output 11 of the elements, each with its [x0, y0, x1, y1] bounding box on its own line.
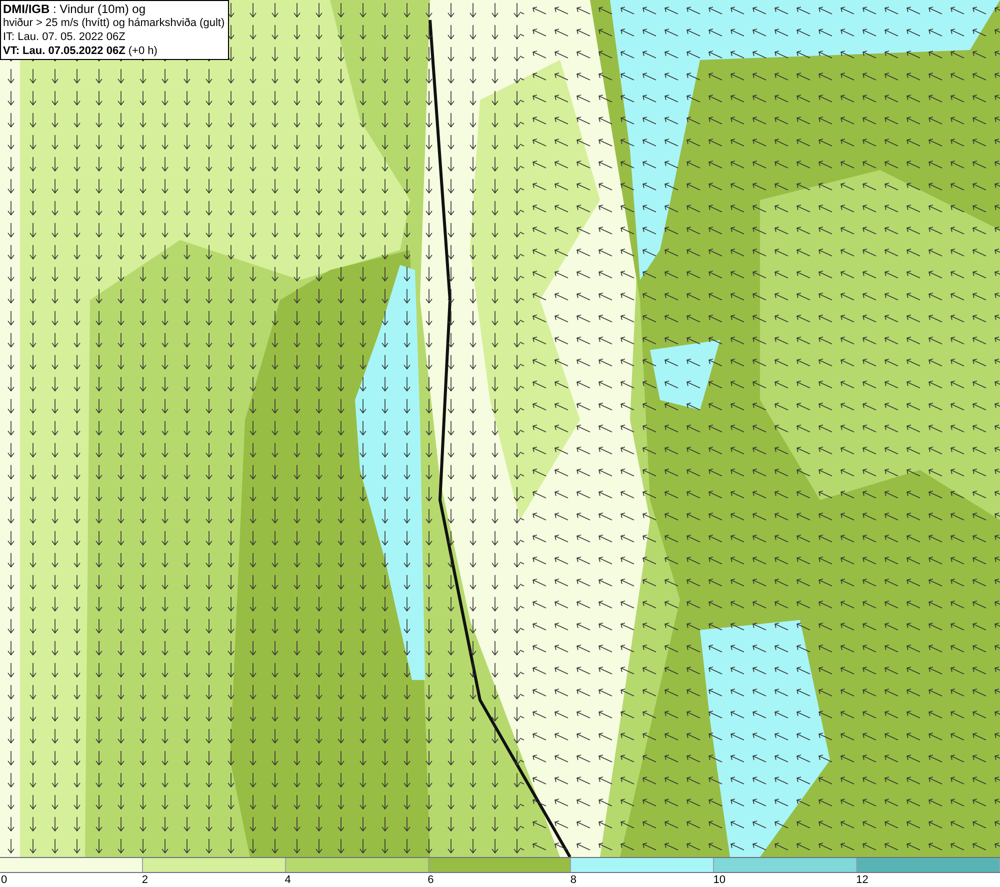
scale-label: 8: [570, 873, 577, 887]
scale-label: 4: [284, 873, 291, 887]
scale-label: 12: [856, 873, 868, 887]
scale-label: 6: [428, 873, 434, 887]
caption-line: hviður > 25 m/s (hvítt) og hámarkshviða (gult): [3, 16, 226, 30]
scale-label: 2: [142, 873, 148, 887]
scale-label: 10: [713, 873, 726, 887]
scale-label: 0: [1, 873, 8, 887]
caption-line: IT: Lau. 07. 05. 2022 06Z: [3, 30, 126, 44]
caption-line: VT: Lau. 07.05.2022 06Z (+0 h): [3, 44, 158, 58]
caption-line: DMI/IGB : Vindur (10m) og: [3, 2, 146, 16]
